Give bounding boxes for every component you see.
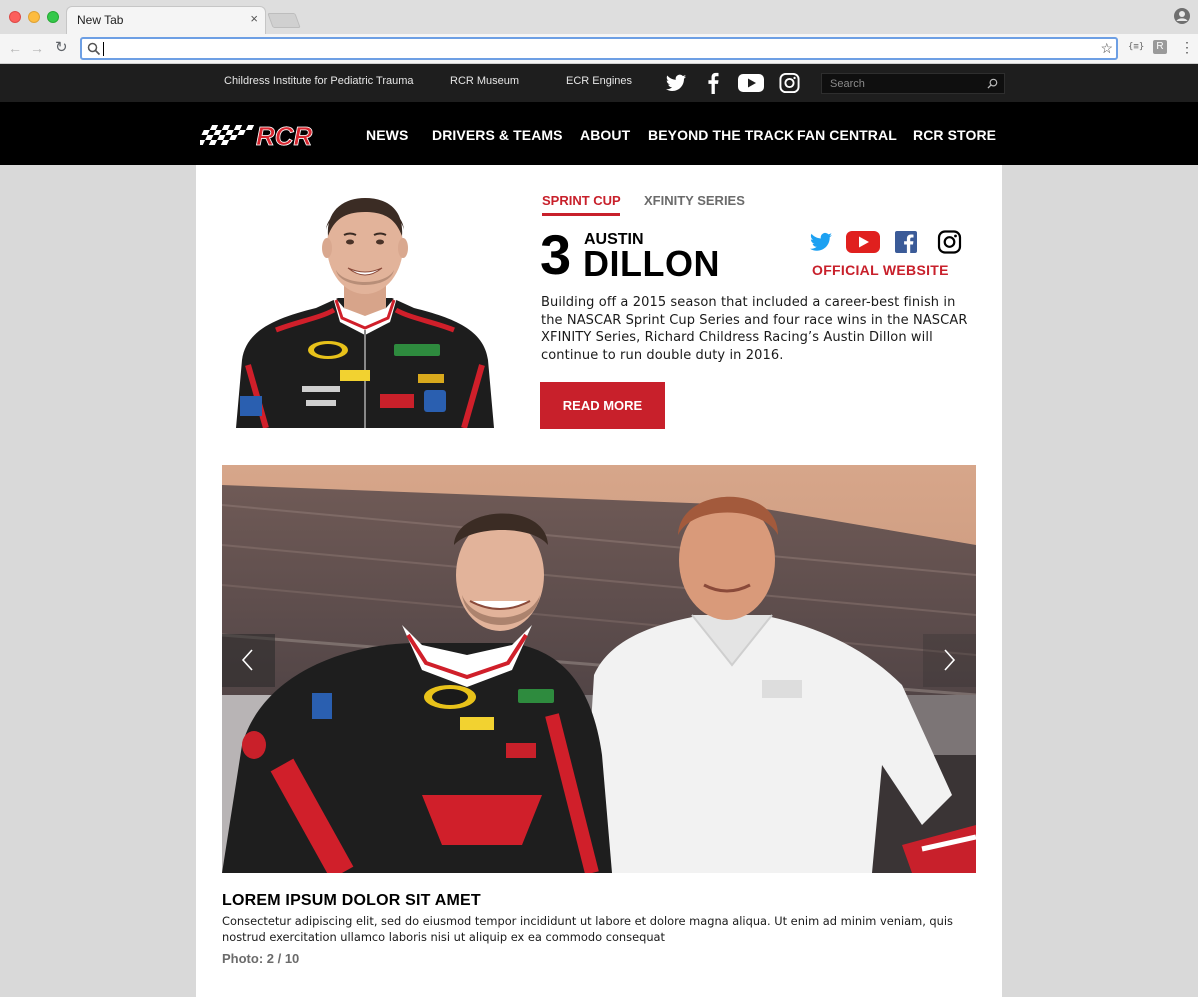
browser-toolbar: ← → ↻ ☆ {≡} R ⋮ (0, 34, 1198, 64)
site-search-input[interactable] (830, 76, 980, 91)
browser-tabstrip: New Tab × (0, 0, 1198, 34)
browser-tab[interactable]: New Tab × (66, 6, 266, 34)
address-input[interactable] (104, 40, 1094, 58)
driver-bio: Building off a 2015 season that included… (541, 295, 968, 363)
twitter-icon[interactable] (808, 230, 834, 254)
util-link-ecr-engines[interactable]: ECR Engines (566, 75, 632, 87)
tab-close-icon[interactable]: × (250, 12, 258, 26)
rcr-logo[interactable]: RCR (200, 121, 334, 149)
gallery-next-button[interactable] (923, 634, 976, 687)
nav-drivers-teams[interactable]: DRIVERS & TEAMS (432, 127, 563, 143)
maximize-window-button[interactable] (47, 11, 59, 23)
main-nav: RCR NEWS DRIVERS & TEAMS ABOUT BEYOND TH… (0, 102, 1198, 165)
youtube-icon[interactable] (738, 72, 764, 94)
site-search-box[interactable] (821, 73, 1005, 94)
forward-button[interactable]: → (30, 40, 44, 56)
util-link-rcr-museum[interactable]: RCR Museum (450, 75, 519, 87)
gallery-caption-title: LOREM IPSUM DOLOR SIT AMET (222, 892, 481, 909)
active-tab-indicator (542, 213, 620, 216)
photo-counter: Photo: 2 / 10 (222, 951, 300, 966)
tab-title: New Tab (77, 13, 124, 27)
tab-sprint-cup[interactable]: SPRINT CUP (542, 193, 621, 208)
bookmark-star-icon[interactable]: ☆ (1100, 40, 1113, 57)
browser-menu-icon[interactable]: ⋮ (1180, 39, 1194, 55)
extension-icon[interactable]: R (1153, 40, 1167, 54)
nav-rcr-store[interactable]: RCR STORE (913, 127, 996, 143)
photo-gallery (222, 465, 976, 873)
nav-about[interactable]: ABOUT (580, 127, 630, 143)
minimize-window-button[interactable] (28, 11, 40, 23)
gallery-caption-text: Consectetur adipiscing elit, sed do eius… (222, 914, 953, 944)
tab-xfinity-series[interactable]: XFINITY SERIES (644, 193, 745, 208)
chevron-right-icon (944, 649, 956, 671)
back-button[interactable]: ← (8, 40, 22, 56)
instagram-icon[interactable] (779, 72, 800, 94)
logo-text: RCR (256, 121, 313, 149)
instagram-icon[interactable] (937, 230, 962, 254)
facebook-icon[interactable] (706, 72, 720, 94)
driver-last-name: DILLON (583, 243, 720, 284)
extension-json-icon[interactable]: {≡} (1128, 42, 1144, 52)
profile-icon[interactable] (1174, 8, 1190, 24)
gallery-prev-button[interactable] (222, 634, 275, 687)
official-website-link[interactable]: OFFICIAL WEBSITE (812, 262, 949, 278)
nav-news[interactable]: NEWS (366, 127, 408, 143)
facebook-icon[interactable] (895, 230, 917, 254)
util-link-childress-institute[interactable]: Childress Institute for Pediatric Trauma (224, 75, 414, 87)
twitter-icon[interactable] (665, 72, 687, 94)
new-tab-button[interactable] (267, 13, 301, 28)
nav-fan-central[interactable]: FAN CENTRAL (797, 127, 897, 143)
driver-portrait (236, 198, 494, 428)
search-icon[interactable] (987, 78, 998, 89)
reload-button[interactable]: ↻ (55, 40, 68, 56)
chevron-left-icon (241, 649, 253, 671)
read-more-button[interactable]: READ MORE (540, 382, 665, 429)
car-number: 3 (540, 223, 571, 286)
utility-bar: Childress Institute for Pediatric Trauma… (0, 64, 1198, 102)
nav-beyond-the-track[interactable]: BEYOND THE TRACK (648, 127, 794, 143)
youtube-icon[interactable] (846, 230, 880, 254)
gallery-photo (222, 465, 976, 873)
close-window-button[interactable] (9, 11, 21, 23)
address-bar[interactable]: ☆ (80, 37, 1118, 60)
content-panel: SPRINT CUP XFINITY SERIES 3 AUSTIN DILLO… (196, 165, 1002, 997)
search-icon (87, 42, 101, 56)
